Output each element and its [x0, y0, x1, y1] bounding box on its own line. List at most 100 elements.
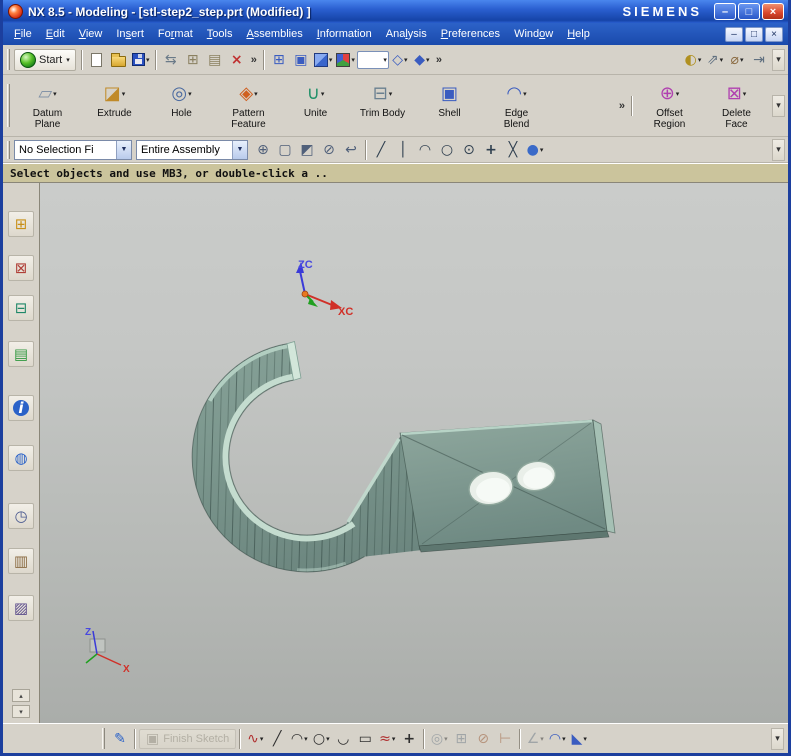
solid-body-plate[interactable] — [400, 420, 615, 552]
profile-icon[interactable]: ∿▾ — [244, 727, 266, 751]
move-object-icon[interactable]: ⇗▾ — [704, 48, 726, 72]
menu-edit[interactable]: Edit — [39, 25, 72, 43]
offset-region-button[interactable]: ⊕▾OffsetRegion — [636, 78, 703, 134]
selection-scope-dropdown[interactable]: Entire Assembly ▼ — [136, 140, 248, 160]
toolbar-drag-handle[interactable] — [102, 728, 105, 749]
wcs-triad[interactable]: ZC XC — [296, 259, 353, 318]
dropdown-arrow-icon[interactable]: ▾ — [676, 90, 680, 98]
orient-view-icon[interactable]: ◇▾ — [389, 48, 411, 72]
assembly-navigator-tab[interactable]: ⊞ — [8, 211, 34, 237]
dropdown-arrow-icon[interactable]: ▾ — [260, 735, 264, 743]
dropdown-arrow-icon[interactable]: ▾ — [383, 56, 387, 64]
dropdown-arrow-icon[interactable]: ▾ — [720, 56, 724, 64]
copy-icon[interactable]: ⊞ — [182, 48, 204, 72]
snap-end-point-icon[interactable]: ╱ — [370, 138, 392, 162]
cascade-windows-icon[interactable]: ⊞ — [268, 48, 290, 72]
dropdown-arrow-icon[interactable]: ▾ — [304, 735, 308, 743]
toolbar-drag-handle[interactable] — [7, 141, 10, 159]
dropdown-arrow-icon[interactable]: ▾ — [444, 735, 448, 743]
dropdown-arrow-icon[interactable]: ▾ — [146, 56, 150, 64]
finish-sketch-button[interactable]: ▣Finish Sketch — [139, 729, 236, 749]
snap-point-icon[interactable]: + — [480, 138, 502, 162]
fillet-curve-icon[interactable]: ◡ — [332, 727, 354, 751]
constraint-navigator-tab[interactable]: ⊠ — [8, 255, 34, 281]
graphics-canvas[interactable]: ZC XC Z X — [40, 183, 788, 723]
chamfer-icon[interactable]: ◣▾ — [568, 727, 590, 751]
dropdown-arrow-icon[interactable]: ▾ — [326, 735, 330, 743]
menu-window[interactable]: Window — [507, 25, 560, 43]
roles-tab[interactable]: ▨ — [8, 595, 34, 621]
extrude-button[interactable]: ◪▾Extrude — [81, 78, 148, 134]
rendering-style-icon[interactable]: ▾ — [334, 48, 357, 72]
graphics-window[interactable]: ZC XC Z X — [40, 183, 788, 723]
edge-blend-small-icon[interactable]: ◠▾ — [546, 727, 568, 751]
dropdown-arrow-icon[interactable]: ▾ — [540, 146, 544, 154]
menu-insert[interactable]: Insert — [109, 25, 151, 43]
line-icon[interactable]: ╱ — [266, 727, 288, 751]
menu-analysis[interactable]: Analysis — [379, 25, 434, 43]
quick-extend-icon[interactable]: ⊢ — [494, 727, 516, 751]
hd3d-tools-tab[interactable]: i — [8, 395, 34, 421]
close-button[interactable]: × — [762, 3, 784, 20]
shaded-view-icon[interactable]: ▾ — [312, 48, 335, 72]
pattern-feature-button[interactable]: ◈▾PatternFeature — [215, 78, 282, 134]
dropdown-arrow-icon[interactable]: ▾ — [389, 90, 393, 98]
dropdown-arrow-icon[interactable]: ▾ — [404, 56, 408, 64]
process-studio-tab[interactable]: ▥ — [8, 548, 34, 574]
dropdown-arrow-icon[interactable]: ▾ — [583, 735, 587, 743]
dropdown-arrow-icon[interactable]: ▾ — [523, 90, 527, 98]
selection-type-filter[interactable]: No Selection Fi ▼ — [14, 140, 132, 160]
view-preset-dropdown[interactable]: ▾ — [357, 51, 389, 69]
snap-quadrant-icon[interactable]: ○ — [436, 138, 458, 162]
dropdown-arrow-icon[interactable]: ▼ — [116, 141, 131, 159]
dropdown-arrow-icon[interactable]: ▾ — [698, 56, 702, 64]
resource-scroll-down-button[interactable]: ▾ — [12, 705, 30, 718]
toolbar-overflow-chevron[interactable]: » — [433, 54, 445, 66]
history-tab[interactable]: ◷ — [8, 503, 34, 529]
snap-center-icon[interactable]: ⊙ — [458, 138, 480, 162]
toolbar-options-icon[interactable]: ▾ — [772, 49, 785, 71]
part-navigator-tab[interactable]: ⊟ — [8, 295, 34, 321]
mdi-restore-button[interactable]: □ — [745, 27, 763, 42]
dropdown-arrow-icon[interactable]: ▾ — [329, 56, 333, 64]
deselect-all-icon[interactable]: ⊘ — [318, 138, 340, 162]
menu-preferences[interactable]: Preferences — [434, 25, 507, 43]
quick-trim-icon[interactable]: ⊘ — [472, 727, 494, 751]
dropdown-arrow-icon[interactable]: ▾ — [392, 735, 396, 743]
menu-help[interactable]: Help — [560, 25, 597, 43]
dropdown-arrow-icon[interactable]: ▼ — [232, 141, 247, 159]
show-hide-icon[interactable]: ◐▾ — [682, 48, 704, 72]
menu-file[interactable]: File — [7, 25, 39, 43]
web-browser-tab[interactable]: ◍ — [8, 445, 34, 471]
circle-icon[interactable]: ○▾ — [310, 727, 332, 751]
move-icon[interactable]: ⇆ — [160, 48, 182, 72]
toolbar-drag-handle[interactable] — [7, 49, 10, 70]
delete-icon[interactable]: × — [226, 48, 248, 72]
snap-intersection-icon[interactable]: ╳ — [502, 138, 524, 162]
select-general-icon[interactable]: ⊕ — [252, 138, 274, 162]
dropdown-arrow-icon[interactable]: ▾ — [743, 90, 747, 98]
toolbar-drag-handle[interactable] — [7, 84, 10, 128]
menu-assemblies[interactable]: Assemblies — [239, 25, 309, 43]
maximize-button[interactable]: □ — [738, 3, 760, 20]
fit-view-icon[interactable]: ◆▾ — [411, 48, 433, 72]
arc-icon[interactable]: ◠▾ — [288, 727, 310, 751]
rectangle-icon[interactable]: ▭ — [354, 727, 376, 751]
dropdown-arrow-icon[interactable]: ▾ — [540, 735, 544, 743]
paste-icon[interactable]: ▤ — [204, 48, 226, 72]
snap-mid-point-icon[interactable]: │ — [392, 138, 414, 162]
reuse-library-tab[interactable]: ▤ — [8, 341, 34, 367]
edge-blend-button[interactable]: ◠▾EdgeBlend — [483, 78, 550, 134]
menu-view[interactable]: View — [72, 25, 110, 43]
snap-arc-icon[interactable]: ◠ — [414, 138, 436, 162]
delete-face-button[interactable]: ⊠▾DeleteFace — [703, 78, 770, 134]
toolbar-overflow-chevron[interactable]: » — [248, 54, 260, 66]
constraints-icon[interactable]: ∠▾ — [524, 727, 546, 751]
dropdown-arrow-icon[interactable]: ▾ — [426, 56, 430, 64]
open-icon[interactable] — [108, 48, 130, 72]
display-monitor-icon[interactable]: ▣ — [290, 48, 312, 72]
hole-button[interactable]: ◎▾Hole — [148, 78, 215, 134]
point-icon[interactable]: + — [398, 727, 420, 751]
measure-icon[interactable]: ⌀▾ — [726, 48, 748, 72]
dropdown-arrow-icon[interactable]: ▾ — [321, 90, 325, 98]
